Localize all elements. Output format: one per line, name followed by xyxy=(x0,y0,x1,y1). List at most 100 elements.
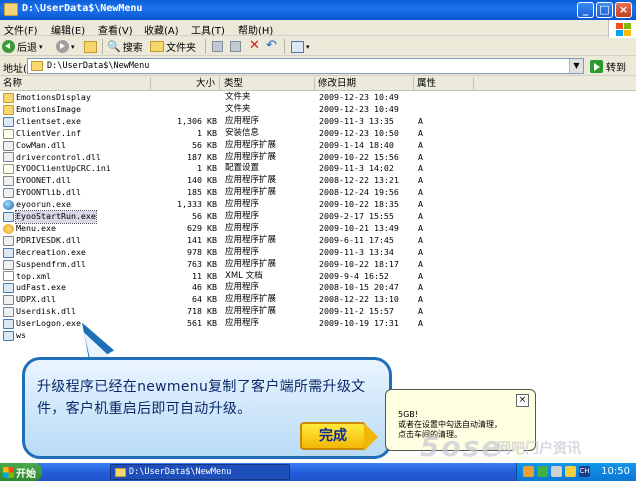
start-button[interactable]: 开始 xyxy=(0,463,42,481)
dll-file-icon xyxy=(3,176,14,187)
tray-ime-icon[interactable]: CH xyxy=(579,466,590,477)
file-date: 2009-6-11 17:45 xyxy=(319,234,394,245)
taskbar-window-button[interactable]: D:\UserData$\NewMenu xyxy=(110,464,290,480)
address-dropdown-icon[interactable]: ▼ xyxy=(569,59,583,73)
undo-icon[interactable]: ↶ xyxy=(266,38,277,53)
menu-help[interactable]: 帮助(H) xyxy=(238,22,273,37)
copy-to-icon[interactable] xyxy=(230,41,241,52)
dll-file-icon xyxy=(3,295,14,306)
list-header: 名称 大小 类型 修改日期 属性 xyxy=(0,77,636,91)
chevron-down-icon: ▾ xyxy=(39,42,43,51)
folder-icon xyxy=(4,3,18,16)
views-button[interactable]: ▾ xyxy=(291,39,310,54)
file-name-cell: EmotionsImage xyxy=(3,104,81,116)
table-row[interactable]: EmotionsDisplay 文件夹 2009-12-23 10:49 xyxy=(0,92,636,104)
file-size: 141 KB xyxy=(187,234,217,245)
table-row[interactable]: eyoorun.exe 1,333 KB 应用程序 2009-10-22 18:35 A xyxy=(0,199,636,211)
file-size: 1,306 KB xyxy=(177,115,217,126)
back-arrow-icon xyxy=(2,40,15,53)
search-button[interactable]: 🔍 搜索 xyxy=(107,39,143,54)
file-type: 应用程序 xyxy=(225,199,260,210)
back-label: 后退 xyxy=(17,43,37,54)
move-to-icon[interactable] xyxy=(212,41,223,52)
file-name-cell: EyooStartRun.exe xyxy=(3,210,97,224)
file-name: Recreation.exe xyxy=(16,246,86,257)
file-size: 763 KB xyxy=(187,258,217,269)
table-row[interactable]: EYOOClientUpCRC.ini 1 KB 配置设置 2009-11-3 14:… xyxy=(0,163,636,175)
file-name-cell: CowMan.dll xyxy=(3,140,66,152)
table-row[interactable]: Menu.exe 629 KB 应用程序 2009-10-21 13:49 A xyxy=(0,223,636,235)
menu-tools[interactable]: 工具(T) xyxy=(191,22,225,37)
file-name-cell: Recreation.exe xyxy=(3,247,86,259)
title-bar: D:\UserData$\NewMenu _ □ × xyxy=(0,0,636,20)
tray-security-icon[interactable] xyxy=(565,466,576,477)
file-size: 718 KB xyxy=(187,306,217,317)
file-name: Menu.exe xyxy=(16,222,56,233)
column-type[interactable]: 类型 xyxy=(221,77,315,91)
file-size: 561 KB xyxy=(187,318,217,329)
table-row[interactable]: UDPX.dll 64 KB 应用程序扩展 2008-12-22 13:10 A xyxy=(0,294,636,306)
go-label: 转到 xyxy=(606,63,626,74)
address-input[interactable]: D:\UserData$\NewMenu ▼ xyxy=(27,58,584,74)
file-name: UDPX.dll xyxy=(16,294,56,305)
file-name-cell: EYOOClientUpCRC.ini xyxy=(3,163,111,175)
menu-favorites[interactable]: 收藏(A) xyxy=(144,22,179,37)
delete-icon[interactable]: ✕ xyxy=(249,38,260,53)
file-type: 应用程序扩展 xyxy=(225,175,277,186)
minimize-button[interactable]: _ xyxy=(577,2,594,18)
file-attr: A xyxy=(418,115,423,126)
table-row[interactable]: CowMan.dll 56 KB 应用程序扩展 2009-1-14 18:40 A xyxy=(0,140,636,152)
toolbar-separator xyxy=(284,39,285,54)
table-row[interactable]: Recreation.exe 978 KB 应用程序 2009-11-3 13:34 A xyxy=(0,247,636,259)
folder-icon xyxy=(150,41,164,52)
file-name-cell: EYOONTlib.dll xyxy=(3,187,81,199)
back-button[interactable]: 后退 ▾ xyxy=(2,39,43,54)
file-type: 安装信息 xyxy=(225,127,260,138)
file-date: 2009-11-3 14:02 xyxy=(319,163,394,174)
column-date[interactable]: 修改日期 xyxy=(315,77,414,91)
file-type: 应用程序 xyxy=(225,246,260,257)
table-row[interactable]: Userdisk.dll 718 KB 应用程序扩展 2009-11-2 15:57 A xyxy=(0,306,636,318)
up-button[interactable] xyxy=(84,39,97,54)
column-size[interactable]: 大小 xyxy=(150,77,220,91)
table-row[interactable]: EmotionsImage 文件夹 2009-12-23 10:49 xyxy=(0,104,636,116)
folders-button[interactable]: 文件夹 xyxy=(150,39,196,54)
table-row[interactable]: EyooStartRun.exe 56 KB 应用程序 2009-2-17 15:55… xyxy=(0,210,636,224)
go-button[interactable]: 转到 xyxy=(590,59,626,74)
menu-file[interactable]: 文件(F) xyxy=(4,22,38,37)
complete-button[interactable]: 完成 xyxy=(300,422,366,450)
menu-view[interactable]: 查看(V) xyxy=(98,22,133,37)
table-row[interactable]: Suspendfrm.dll 763 KB 应用程序扩展 2009-10-22 18:… xyxy=(0,259,636,271)
maximize-button[interactable]: □ xyxy=(596,2,613,18)
tray-app-icon[interactable] xyxy=(523,466,534,477)
table-row[interactable]: top.xml 11 KB XML 文档 2009-9-4 16:52 A xyxy=(0,271,636,283)
file-name-cell: clientset.exe xyxy=(3,116,81,128)
table-row[interactable]: drivercontrol.dll 187 KB 应用程序扩展 2009-10-22 … xyxy=(0,152,636,164)
balloon-close-button[interactable]: × xyxy=(516,394,529,407)
file-attr: A xyxy=(418,258,423,269)
dll-file-icon xyxy=(3,188,14,199)
file-date: 2009-10-22 18:17 xyxy=(319,258,399,269)
forward-button[interactable]: ▾ xyxy=(56,39,75,54)
file-name: ws xyxy=(16,330,26,340)
tray-network-icon[interactable] xyxy=(537,466,548,477)
tray-volume-icon[interactable] xyxy=(551,466,562,477)
table-row[interactable]: PDRIVESDK.dll 141 KB 应用程序扩展 2009-6-11 17:45… xyxy=(0,235,636,247)
table-row[interactable]: udFast.exe 46 KB 应用程序 2008-10-15 20:47 A xyxy=(0,282,636,294)
table-row[interactable]: ClientVer.inf 1 KB 安装信息 2009-12-23 10:50 A xyxy=(0,128,636,140)
menu-edit[interactable]: 编辑(E) xyxy=(51,22,85,37)
dll-file-icon xyxy=(3,235,14,246)
file-date: 2009-11-3 13:34 xyxy=(319,246,394,257)
table-row[interactable]: EYOONTlib.dll 185 KB 应用程序扩展 2008-12-24 19:5… xyxy=(0,187,636,199)
file-attr: A xyxy=(418,234,423,245)
file-name: EYOONTlib.dll xyxy=(16,187,81,198)
table-row[interactable]: clientset.exe 1,306 KB 应用程序 2009-11-3 13:35… xyxy=(0,116,636,128)
toolbar-separator xyxy=(205,39,206,54)
file-name: CowMan.dll xyxy=(16,139,66,150)
table-row[interactable]: EYOONET.dll 140 KB 应用程序扩展 2008-12-22 13:21 A xyxy=(0,175,636,187)
close-button[interactable]: × xyxy=(615,2,632,18)
file-size: 1 KB xyxy=(197,163,217,174)
file-date: 2009-10-22 18:35 xyxy=(319,199,399,210)
column-attr[interactable]: 属性 xyxy=(414,77,474,91)
file-attr: A xyxy=(418,306,423,317)
